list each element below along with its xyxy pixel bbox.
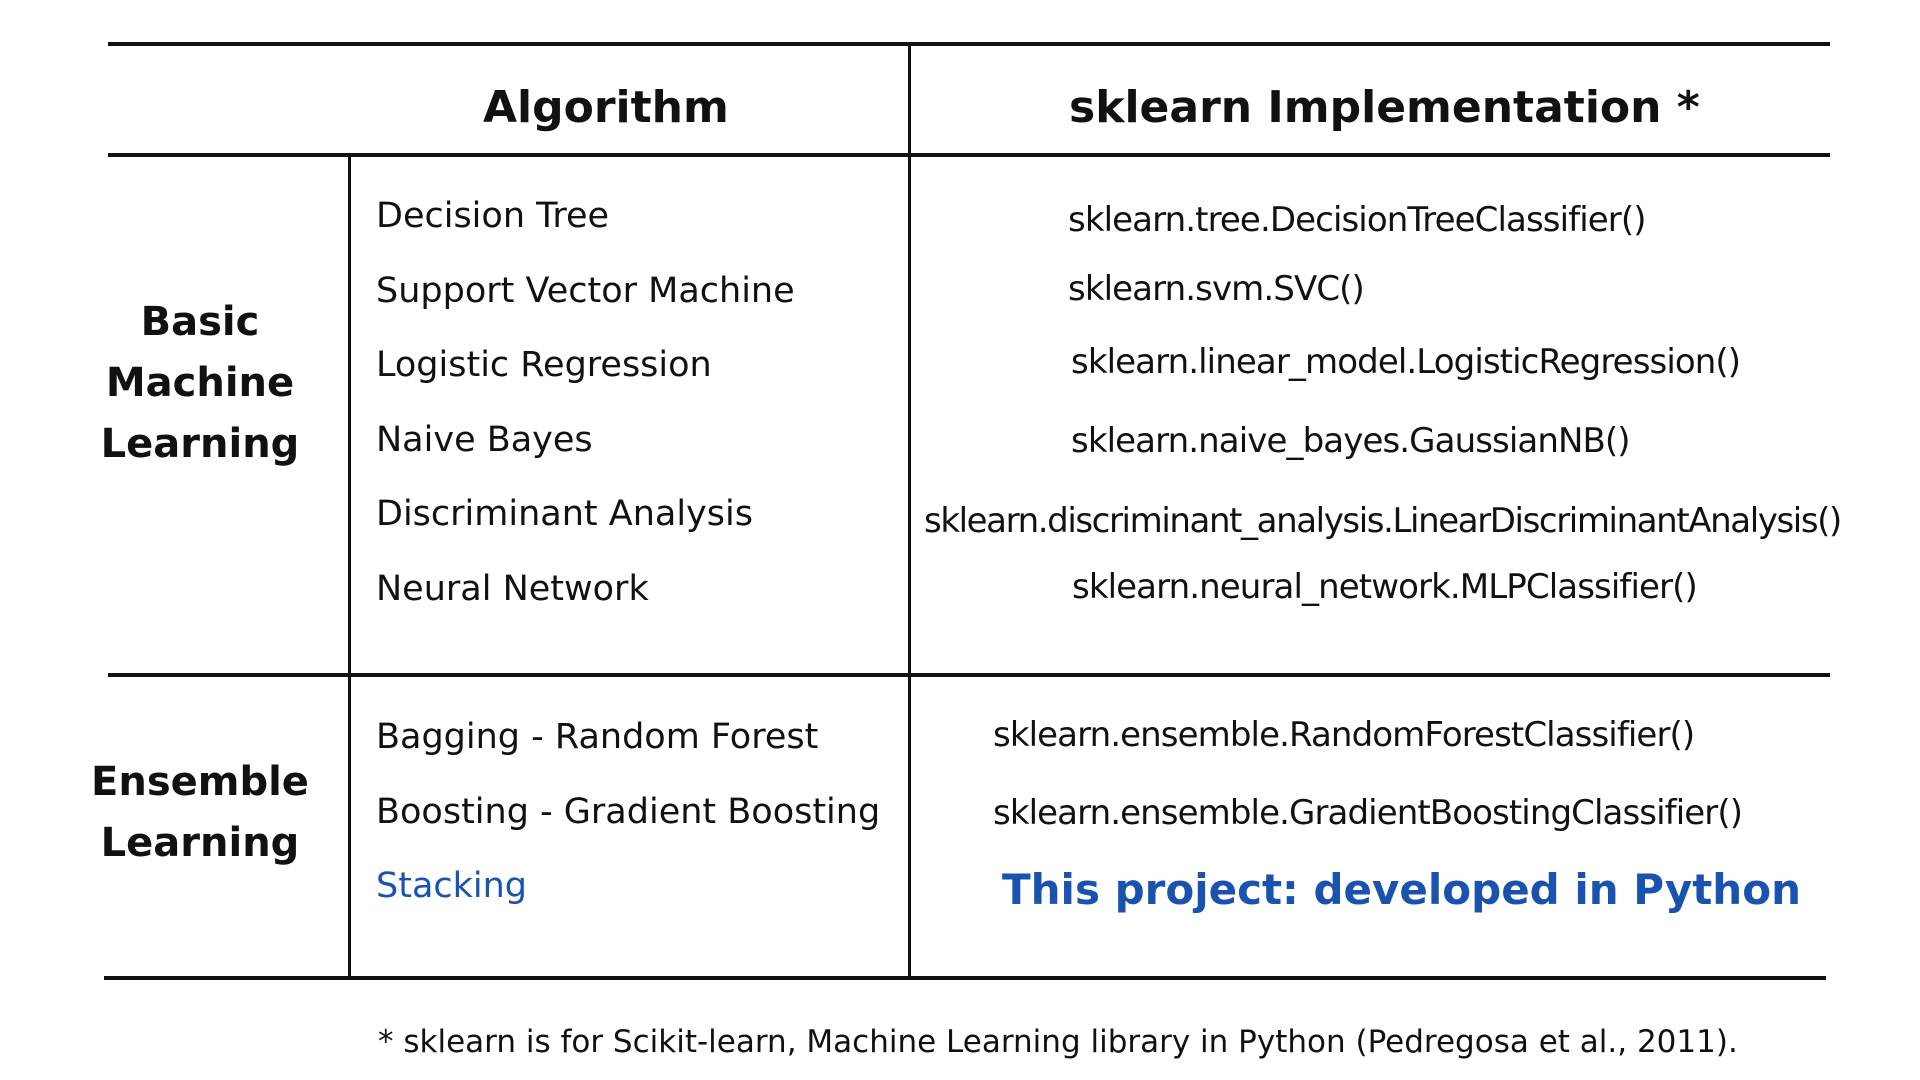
implementation-cell: sklearn.discriminant_analysis.LinearDisc… — [924, 501, 1842, 541]
project-note: This project: developed in Python — [1002, 865, 1801, 914]
column-divider-right — [908, 44, 911, 978]
footnote: * sklearn is for Scikit-learn, Machine L… — [378, 1024, 1738, 1060]
implementation-cell: sklearn.ensemble.RandomForestClassifier(… — [993, 715, 1695, 755]
group-label-line: Machine — [105, 360, 295, 406]
implementation-cell: sklearn.linear_model.LogisticRegression(… — [1071, 342, 1741, 382]
algorithm-cell-highlight: Stacking — [376, 866, 528, 906]
group-divider-rule — [108, 673, 1830, 677]
group-label-line: Ensemble — [91, 759, 309, 805]
algorithm-cell: Neural Network — [376, 569, 649, 609]
header-bottom-rule — [108, 153, 1830, 157]
group-label-ensemble: Ensemble Learning — [90, 752, 310, 874]
implementation-cell: sklearn.svm.SVC() — [1068, 269, 1365, 309]
algorithm-cell: Bagging - Random Forest — [376, 717, 819, 757]
algorithm-cell: Decision Tree — [376, 196, 610, 236]
implementation-cell: sklearn.ensemble.GradientBoostingClassif… — [993, 793, 1743, 833]
algorithm-cell: Naive Bayes — [376, 420, 593, 460]
group-label-basic-ml: Basic Machine Learning — [90, 292, 310, 475]
algorithm-cell: Support Vector Machine — [376, 271, 795, 311]
group-label-line: Basic — [140, 299, 260, 345]
header-algorithm: Algorithm — [483, 82, 729, 133]
header-implementation: sklearn Implementation * — [1069, 82, 1700, 133]
group-label-line: Learning — [100, 820, 300, 866]
column-divider-left — [348, 156, 351, 978]
table-bottom-rule — [104, 976, 1826, 980]
algorithm-cell: Discriminant Analysis — [376, 494, 753, 534]
implementation-cell: sklearn.tree.DecisionTreeClassifier() — [1068, 200, 1646, 240]
implementation-cell: sklearn.naive_bayes.GaussianNB() — [1071, 421, 1631, 461]
algorithm-cell: Logistic Regression — [376, 345, 712, 385]
algorithm-cell: Boosting - Gradient Boosting — [376, 792, 881, 832]
table-top-rule — [108, 42, 1830, 46]
group-label-line: Learning — [100, 421, 300, 467]
implementation-cell: sklearn.neural_network.MLPClassifier() — [1072, 567, 1698, 607]
